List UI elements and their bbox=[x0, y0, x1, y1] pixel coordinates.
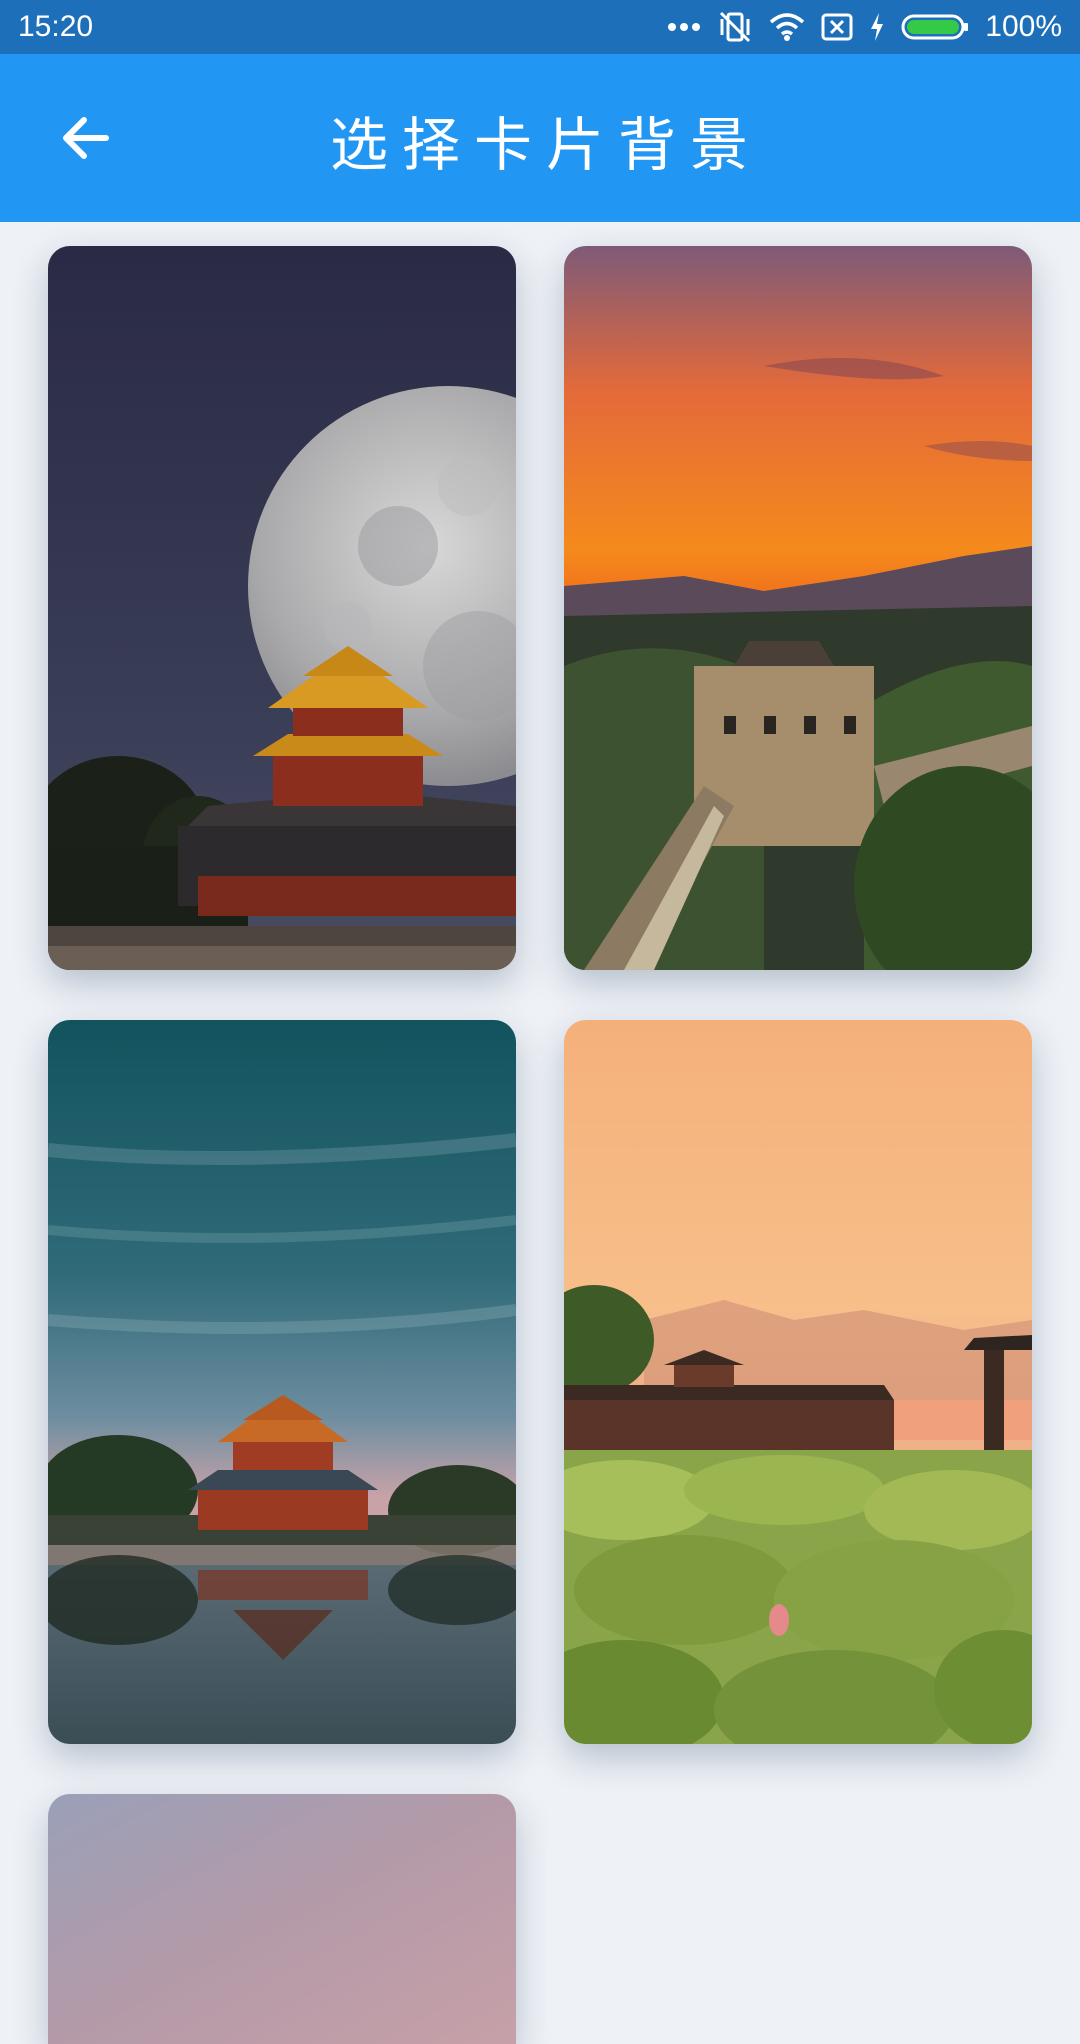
app-bar: 选择卡片背景 bbox=[0, 54, 1080, 222]
battery-percent: 100% bbox=[985, 10, 1062, 43]
wifi-icon bbox=[769, 7, 805, 47]
lotus-pavilion-image bbox=[564, 1020, 1032, 1744]
battery-icon bbox=[901, 7, 969, 47]
page-title: 选择卡片背景 bbox=[330, 111, 763, 179]
vibrate-off-icon bbox=[717, 7, 753, 47]
background-card-great-wall-sunset[interactable] bbox=[564, 246, 1032, 970]
status-icons: 100% bbox=[667, 7, 1062, 47]
status-time: 15:20 bbox=[18, 10, 94, 43]
corner-tower-reflection-image bbox=[48, 1020, 516, 1744]
background-card-corner-tower-reflection[interactable] bbox=[48, 1020, 516, 1744]
background-card-forbidden-city-moon[interactable] bbox=[48, 246, 516, 970]
arrow-left-icon bbox=[63, 117, 109, 159]
background-card-dusk-partial[interactable] bbox=[48, 1794, 516, 2044]
more-dots-icon bbox=[667, 7, 701, 47]
background-card-lotus-pavilion[interactable] bbox=[564, 1020, 1032, 1744]
great-wall-sunset-image bbox=[564, 246, 1032, 970]
status-bar: 15:20 100% bbox=[0, 0, 1080, 54]
back-button[interactable] bbox=[52, 104, 120, 172]
sim-x-icon bbox=[821, 7, 853, 47]
forbidden-city-moon-image bbox=[48, 246, 516, 970]
charging-icon bbox=[869, 7, 885, 47]
dusk-partial-image bbox=[48, 1794, 516, 2044]
background-grid bbox=[48, 246, 1032, 2044]
